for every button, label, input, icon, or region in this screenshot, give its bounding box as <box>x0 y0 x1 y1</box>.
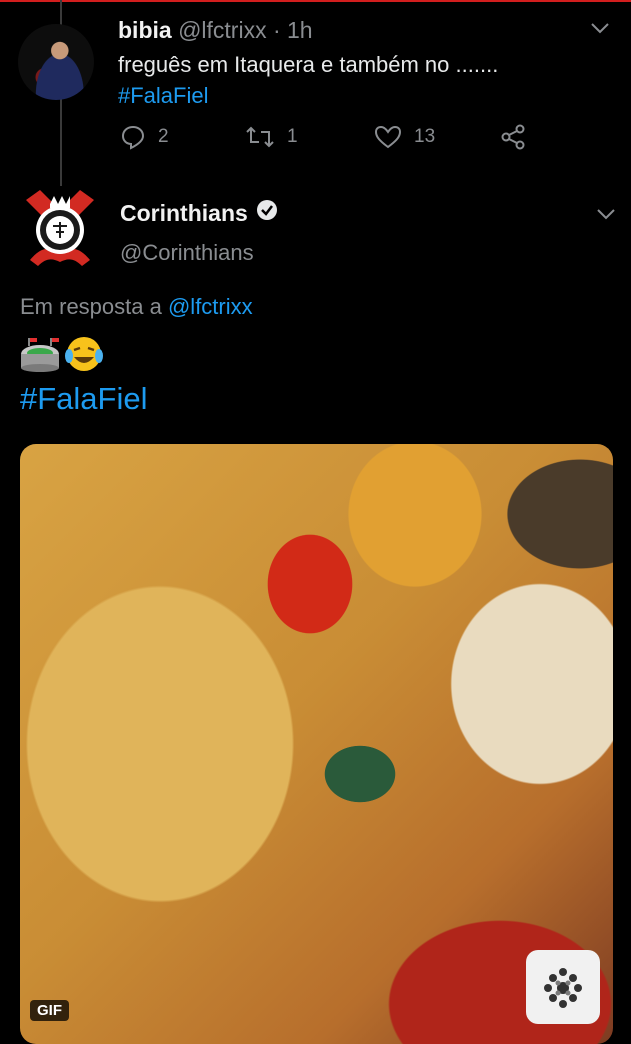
emoji-row <box>20 336 104 376</box>
tweet-actions: 2 1 13 <box>0 124 631 158</box>
reply-icon <box>120 124 146 150</box>
top-border <box>0 0 631 2</box>
chevron-down-icon[interactable] <box>596 208 618 222</box>
stadium-emoji <box>20 336 60 377</box>
verified-badge-icon <box>256 198 278 228</box>
share-button[interactable] <box>500 124 526 150</box>
tweet-header: bibia @lfctrixx · 1h <box>118 16 313 44</box>
reply-prefix: Em resposta a <box>20 294 162 319</box>
gif-media[interactable] <box>20 444 613 1044</box>
chevron-down-icon[interactable] <box>590 22 612 36</box>
reply-context: Em resposta a @lfctrixx <box>20 292 253 322</box>
timestamp: · 1h <box>272 17 313 43</box>
hashtag-link[interactable]: #FalaFiel <box>20 380 148 418</box>
gif-badge: GIF <box>30 1000 69 1021</box>
reply-button[interactable]: 2 <box>120 124 169 150</box>
share-icon <box>500 124 526 150</box>
hashtag-link[interactable]: #FalaFiel <box>118 81 208 111</box>
like-icon <box>374 124 402 150</box>
like-count: 13 <box>414 126 436 147</box>
corinthians-logo-avatar[interactable] <box>20 186 100 272</box>
display-name[interactable]: bibia <box>118 17 172 43</box>
user-handle[interactable]: @Corinthians <box>120 238 254 268</box>
like-button[interactable]: 13 <box>374 124 435 150</box>
retweet-count: 1 <box>287 126 298 147</box>
tweet-text: freguês em Itaquera e também no ....... <box>118 52 499 77</box>
display-name[interactable]: Corinthians <box>120 198 278 228</box>
retweet-icon <box>245 124 275 150</box>
retweet-button[interactable]: 1 <box>245 124 298 150</box>
user-handle[interactable]: @lfctrixx <box>178 17 267 43</box>
avatar[interactable] <box>18 24 94 100</box>
gif-provider-logo[interactable] <box>526 950 600 1024</box>
reply-count: 2 <box>158 126 169 147</box>
display-name-text: Corinthians <box>120 200 248 226</box>
mention-link[interactable]: @lfctrixx <box>168 294 253 319</box>
laughing-tears-emoji <box>64 335 104 378</box>
